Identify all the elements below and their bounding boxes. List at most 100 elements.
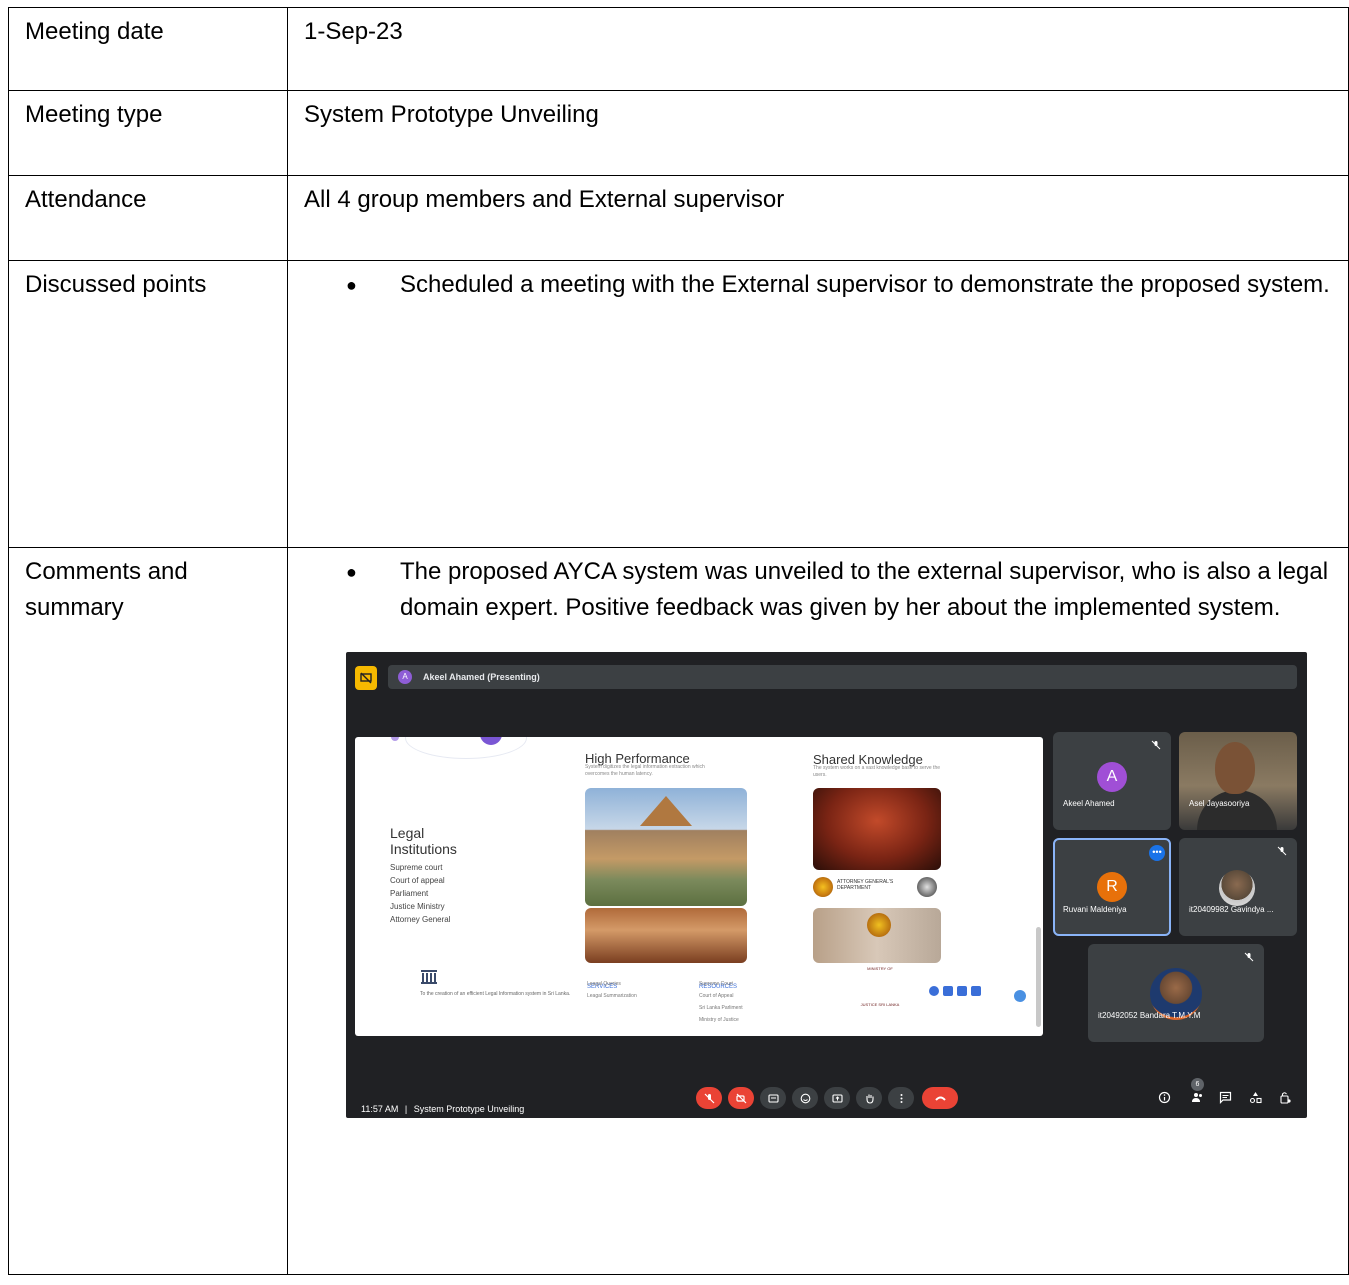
legal-institution-item: Supreme court (390, 863, 443, 872)
attendance-value: All 4 group members and External supervi… (287, 175, 1349, 261)
sri-lanka-emblem-icon (813, 877, 833, 897)
attendance-label: Attendance (8, 175, 288, 261)
attendance-row: Attendance All 4 group members and Exter… (8, 175, 1349, 261)
facebook-icon[interactable] (929, 986, 939, 996)
comment-text: The proposed AYCA system was unveiled to… (400, 558, 1329, 621)
raise-hand-button[interactable] (856, 1087, 882, 1109)
participant-tile-bandara[interactable]: it20492052 Bandara T.M.Y.M (1088, 944, 1264, 1042)
participant-name: it20409982 Gavindya ... (1189, 905, 1274, 914)
chat-bubble-icon[interactable] (1014, 990, 1026, 1002)
present-screen-icon (831, 1093, 843, 1103)
participant-tile-gavindya[interactable]: it20409982 Gavindya ... (1179, 838, 1297, 936)
attorney-general-text: ATTORNEY GENERAL'S DEPARTMENT (837, 879, 894, 891)
comments-list: ● The proposed AYCA system was unveiled t… (304, 554, 1332, 626)
presenter-avatar: A (398, 670, 412, 684)
discussed-points-list: ● Scheduled a meeting with the External s… (304, 267, 1332, 303)
discussed-point-item: ● Scheduled a meeting with the External s… (346, 267, 1332, 303)
legal-institutions-title: Legal Institutions (390, 825, 457, 857)
meeting-minutes-table: Meeting date 1-Sep-23 Meeting type Syste… (8, 7, 1349, 1275)
meeting-screenshot: A Akeel Ahamed (Presenting) Legal Instit… (346, 652, 1307, 1118)
end-call-icon (934, 1096, 946, 1101)
captions-icon (767, 1093, 779, 1103)
activities-icon[interactable] (1249, 1091, 1262, 1104)
discussed-point-text: Scheduled a meeting with the External su… (400, 271, 1330, 298)
camera-off-button[interactable] (728, 1087, 754, 1109)
meeting-date-value: 1-Sep-23 (287, 7, 1349, 91)
meeting-controls-bar: 11:57 AM | System Prototype Unveiling 6 (346, 1078, 1307, 1114)
courthouse-icon (421, 970, 437, 984)
legal-institution-item: Court of appeal (390, 876, 445, 885)
mic-off-button[interactable] (696, 1087, 722, 1109)
emoji-icon (800, 1093, 810, 1103)
mic-off-icon (1244, 952, 1254, 962)
comments-value: ● The proposed AYCA system was unveiled t… (287, 547, 1349, 1275)
legal-institution-item: Parliament (390, 889, 429, 898)
services-link[interactable]: Leagal Summarization (587, 990, 637, 1002)
more-options-button[interactable] (888, 1087, 914, 1109)
resources-link[interactable]: Ministry of Justice (699, 1014, 743, 1026)
mic-off-icon (704, 1093, 714, 1103)
bullet-icon: ● (346, 562, 357, 582)
mic-off-icon (1151, 740, 1161, 750)
resources-link[interactable]: Sri Lanka Parliment (699, 1002, 743, 1014)
parliament-photo (813, 788, 941, 870)
services-link[interactable]: Leagal Queries (587, 978, 637, 990)
department-seal-icon (917, 877, 937, 897)
captions-button[interactable] (760, 1087, 786, 1109)
meeting-type-value: System Prototype Unveiling (287, 90, 1349, 176)
participant-name: Ruvani Maldeniya (1063, 905, 1127, 914)
chat-icon[interactable] (1219, 1091, 1232, 1104)
emoji-button[interactable] (792, 1087, 818, 1109)
bullet-icon: ● (346, 275, 357, 295)
raise-hand-icon (865, 1094, 874, 1104)
meeting-type-label: Meeting type (8, 90, 288, 176)
legal-institution-item: Justice Ministry (390, 902, 445, 911)
legal-institution-item: Attorney General (390, 915, 451, 924)
more-icon (900, 1093, 902, 1103)
shared-knowledge-desc: The system works on a vast knowledge bas… (813, 765, 941, 778)
comment-item: ● The proposed AYCA system was unveiled t… (346, 554, 1332, 626)
participant-tile-asel[interactable]: Asel Jayasooriya (1179, 732, 1297, 830)
meeting-name: System Prototype Unveiling (413, 1104, 525, 1114)
present-screen-button[interactable] (824, 1087, 850, 1109)
participant-tile-ruvani[interactable]: ••• R Ruvani Maldeniya (1053, 838, 1171, 936)
participant-count-badge: 6 (1191, 1078, 1204, 1091)
meeting-date-label: Meeting date (8, 7, 288, 91)
separator: | (404, 1104, 408, 1114)
discussed-points-label: Discussed points (8, 260, 288, 548)
footer-mission-text: To the creation of an efficient Legal In… (420, 991, 571, 997)
high-performance-desc: System digitizes the legal information e… (585, 764, 705, 777)
meeting-type-row: Meeting type System Prototype Unveiling (8, 90, 1349, 176)
participant-name: it20492052 Bandara T.M.Y.M (1098, 1011, 1201, 1020)
presenter-label: Akeel Ahamed (Presenting) (423, 672, 540, 682)
twitter-icon[interactable] (957, 986, 967, 996)
participant-name: Akeel Ahamed (1063, 799, 1115, 808)
shared-slide: Legal Institutions Supreme court Court o… (355, 737, 1043, 1036)
slide-scrollbar (1036, 927, 1041, 1027)
legal-institutions-list: Supreme court Court of appeal Parliament… (390, 861, 450, 926)
meeting-date-row: Meeting date 1-Sep-23 (8, 7, 1349, 91)
comments-row: Comments and summary ● The proposed AYCA … (8, 547, 1349, 1275)
resources-list: Supreme Court Court of Appeal Sri Lanka … (699, 978, 743, 1026)
instagram-icon[interactable] (971, 986, 981, 996)
meeting-time: 11:57 AM (361, 1104, 399, 1114)
host-controls-icon[interactable] (1279, 1091, 1292, 1104)
participant-tile-akeel[interactable]: A Akeel Ahamed (1053, 732, 1171, 830)
discussed-points-value: ● Scheduled a meeting with the External s… (287, 260, 1349, 548)
slide-decoration (405, 737, 527, 759)
comments-label: Comments and summary (8, 547, 288, 1275)
resources-link[interactable]: Court of Appeal (699, 990, 743, 1002)
slide-decoration (391, 737, 399, 741)
meeting-info: 11:57 AM | System Prototype Unveiling (361, 1091, 524, 1118)
info-icon[interactable] (1158, 1091, 1171, 1104)
present-icon (355, 666, 377, 690)
mic-off-icon (1277, 846, 1287, 856)
end-call-button[interactable] (922, 1087, 958, 1109)
linkedin-icon[interactable] (943, 986, 953, 996)
more-options-icon[interactable]: ••• (1149, 845, 1165, 861)
ministry-emblem-icon (867, 913, 891, 937)
presenting-bar: A Akeel Ahamed (Presenting) (388, 665, 1297, 689)
resources-link[interactable]: Supreme Court (699, 978, 743, 990)
people-icon[interactable] (1191, 1091, 1204, 1104)
camera-off-icon (735, 1093, 746, 1103)
